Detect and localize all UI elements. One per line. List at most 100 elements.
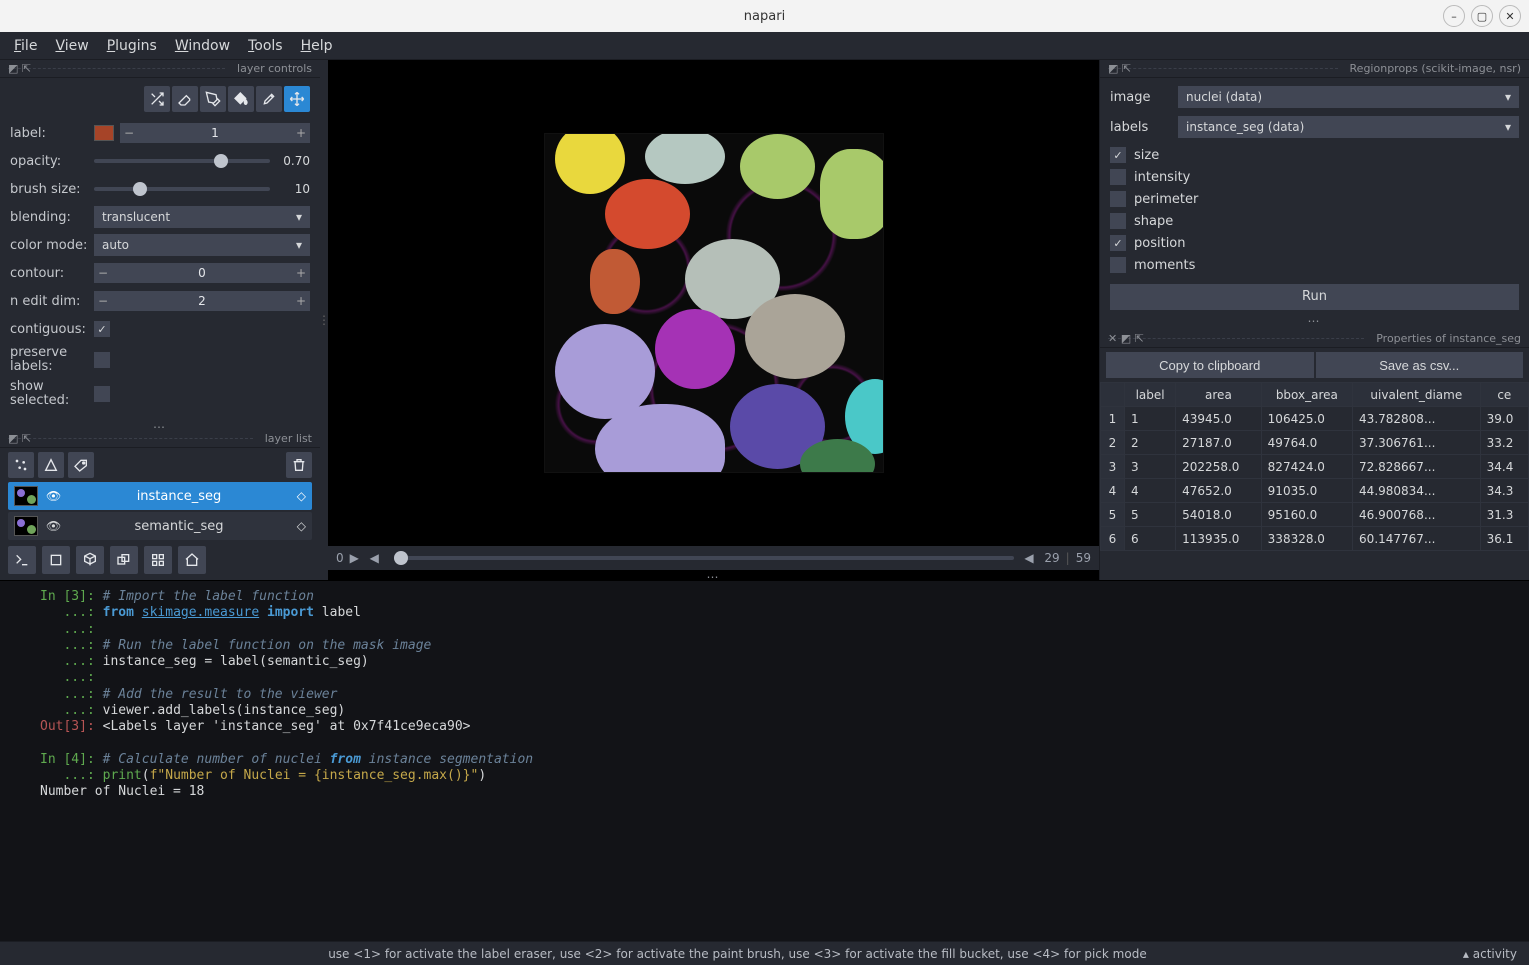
checkbox-perimeter[interactable] <box>1110 191 1126 207</box>
ipython-console[interactable]: In [3]: # Import the label function ...:… <box>0 580 1529 941</box>
dim-slider[interactable] <box>394 556 1015 560</box>
menu-plugins[interactable]: Plugins <box>107 38 157 54</box>
column-header[interactable]: uivalent_diame <box>1353 383 1481 407</box>
label-increment[interactable]: + <box>292 126 310 140</box>
panel-resize-handle[interactable]: ⋯ <box>1110 314 1519 324</box>
brush-size-slider[interactable] <box>94 187 270 191</box>
layer-item-semantic_seg[interactable]: 👁 semantic_seg ◇ <box>8 512 312 540</box>
checkbox-size[interactable]: ✓ <box>1110 147 1126 163</box>
table-row[interactable]: 2227187.049764.037.306761...33.2 <box>1101 431 1529 455</box>
contour-spinner[interactable]: −0+ <box>94 263 310 283</box>
move-icon[interactable] <box>284 86 310 112</box>
label-spinner[interactable]: − 1 + <box>120 123 310 143</box>
picker-icon[interactable] <box>256 86 282 112</box>
layer-name-label: semantic_seg <box>69 519 289 534</box>
visibility-toggle-icon[interactable]: 👁 <box>46 519 61 533</box>
table-row[interactable]: 5554018.095160.046.900768...31.3 <box>1101 503 1529 527</box>
checkbox-label-intensity: intensity <box>1134 170 1190 185</box>
n-edit-dim-spinner[interactable]: −2+ <box>94 291 310 311</box>
viewer-canvas[interactable] <box>328 60 1099 546</box>
chevron-down-icon: ▾ <box>296 238 302 252</box>
checkbox-moments[interactable] <box>1110 257 1126 273</box>
chevron-down-icon: ▾ <box>1505 90 1511 104</box>
n-edit-dim-label: n edit dim: <box>10 294 88 309</box>
column-header[interactable]: label <box>1125 383 1176 407</box>
layer-item-instance_seg[interactable]: 👁 instance_seg ◇ <box>8 482 312 510</box>
rp-image-label: image <box>1110 90 1170 105</box>
maximize-button[interactable]: ▢ <box>1471 5 1493 27</box>
copy-clipboard-button[interactable]: Copy to clipboard <box>1106 352 1314 378</box>
splitter-handle[interactable]: ⋮ <box>320 60 328 580</box>
opacity-value: 0.70 <box>276 154 310 168</box>
run-button[interactable]: Run <box>1110 284 1519 310</box>
layer-name-label: instance_seg <box>69 489 289 504</box>
column-header[interactable]: ce <box>1480 383 1528 407</box>
menu-view[interactable]: View <box>55 38 88 54</box>
shuffle-icon[interactable] <box>144 86 170 112</box>
checkbox-label-moments: moments <box>1134 258 1195 273</box>
grid-icon[interactable] <box>144 546 172 574</box>
layer-controls-header[interactable]: ◩ ⇱ layer controls <box>0 60 320 78</box>
menu-tools[interactable]: Tools <box>248 38 283 54</box>
layer-controls-title: layer controls <box>237 62 312 75</box>
new-shapes-icon[interactable] <box>38 452 64 478</box>
properties-header[interactable]: ✕ ◩ ⇱ Properties of instance_seg <box>1100 330 1529 348</box>
home-icon[interactable] <box>178 546 206 574</box>
checkbox-position[interactable]: ✓ <box>1110 235 1126 251</box>
contour-label: contour: <box>10 266 88 281</box>
preserve-labels-checkbox[interactable] <box>94 352 110 368</box>
regionprops-header[interactable]: ◩ ⇱ Regionprops (scikit-image, nsr) <box>1100 60 1529 78</box>
activity-indicator[interactable]: ▴ activity <box>1463 947 1517 961</box>
roll-dims-icon[interactable] <box>110 546 138 574</box>
checkbox-intensity[interactable] <box>1110 169 1126 185</box>
ndisplay-3d-icon[interactable] <box>76 546 104 574</box>
column-header[interactable]: area <box>1176 383 1262 407</box>
fill-icon[interactable] <box>228 86 254 112</box>
rp-labels-select[interactable]: instance_seg (data)▾ <box>1178 116 1519 138</box>
new-points-icon[interactable] <box>8 452 34 478</box>
ndisplay-2d-icon[interactable] <box>42 546 70 574</box>
menu-window[interactable]: Window <box>175 38 230 54</box>
layer-list-header[interactable]: ◩ ⇱ layer list <box>0 430 320 448</box>
new-labels-icon[interactable] <box>68 452 94 478</box>
dim-max: 59 <box>1076 551 1091 565</box>
visibility-toggle-icon[interactable]: 👁 <box>46 489 61 503</box>
table-row[interactable]: 1143945.0106425.043.782808...39.0 <box>1101 407 1529 431</box>
layer-controls-panel: label: − 1 + opacity: 0.70 brush size: <box>0 78 320 420</box>
rp-image-select[interactable]: nuclei (data)▾ <box>1178 86 1519 108</box>
blending-select[interactable]: translucent▾ <box>94 206 310 228</box>
step-back-icon[interactable]: ◀ <box>1024 551 1038 565</box>
close-button[interactable]: ✕ <box>1499 5 1521 27</box>
menu-file[interactable]: File <box>14 38 37 54</box>
opacity-slider[interactable] <box>94 159 270 163</box>
eraser-icon[interactable] <box>172 86 198 112</box>
contiguous-checkbox[interactable]: ✓ <box>94 321 110 337</box>
dim-current: 29 <box>1044 551 1059 565</box>
checkbox-shape[interactable] <box>1110 213 1126 229</box>
blending-label: blending: <box>10 210 88 225</box>
minimize-button[interactable]: – <box>1443 5 1465 27</box>
delete-layer-icon[interactable] <box>286 452 312 478</box>
label-label: label: <box>10 126 88 141</box>
play-forward-icon[interactable]: ▶ <box>350 551 364 565</box>
column-header[interactable]: bbox_area <box>1261 383 1352 407</box>
save-csv-button[interactable]: Save as csv... <box>1316 352 1524 378</box>
properties-table[interactable]: labelareabbox_areauivalent_diamece114394… <box>1100 382 1529 580</box>
console-toggle-icon[interactable] <box>8 546 36 574</box>
color-mode-select[interactable]: auto▾ <box>94 234 310 256</box>
menubar: File View Plugins Window Tools Help <box>0 32 1529 60</box>
show-selected-checkbox[interactable] <box>94 386 110 402</box>
contiguous-label: contiguous: <box>10 322 88 337</box>
canvas-resize-handle[interactable]: ⋯ <box>328 570 1099 580</box>
menu-help[interactable]: Help <box>301 38 333 54</box>
table-row[interactable]: 4447652.091035.044.980834...34.3 <box>1101 479 1529 503</box>
label-color-swatch[interactable] <box>94 125 114 141</box>
table-row[interactable]: 33202258.0827424.072.828667...34.4 <box>1101 455 1529 479</box>
brush-icon[interactable] <box>200 86 226 112</box>
checkbox-label-shape: shape <box>1134 214 1173 229</box>
play-backward-icon[interactable]: ◀ <box>370 551 384 565</box>
label-decrement[interactable]: − <box>120 126 138 140</box>
table-row[interactable]: 66113935.0338328.060.147767...36.1 <box>1101 527 1529 551</box>
properties-title: Properties of instance_seg <box>1376 332 1521 345</box>
panel-resize-handle[interactable]: ⋯ <box>0 420 320 430</box>
